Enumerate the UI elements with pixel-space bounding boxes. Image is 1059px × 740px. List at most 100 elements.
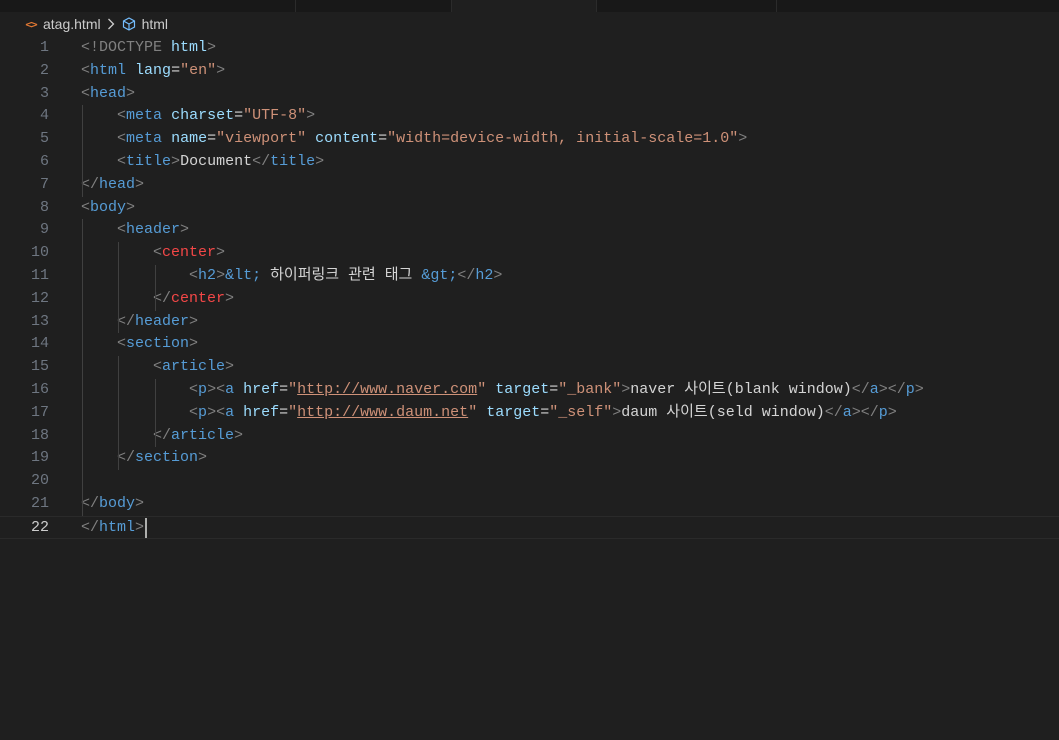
code-editor[interactable]: 1 <!DOCTYPE html> 2 <html lang="en"> 3 <head>… [0, 37, 1059, 740]
code-text[interactable]: </header> [81, 311, 198, 333]
code-line[interactable]: 5 <meta name="viewport" content="width=d… [0, 128, 1059, 151]
code-line[interactable]: 14 <section> [0, 333, 1059, 356]
editor-tab[interactable] [296, 0, 452, 12]
code-line[interactable]: 16 <p><a href="http://www.naver.com" tar… [0, 379, 1059, 402]
code-line[interactable]: 21 </body> [0, 493, 1059, 516]
code-line[interactable]: 19 </section> [0, 447, 1059, 470]
code-token: = [171, 61, 181, 79]
code-line[interactable]: 12 </center> [0, 288, 1059, 311]
code-token: href [243, 403, 280, 421]
code-token: html [171, 39, 208, 56]
code-token: meta [126, 107, 163, 125]
code-token: = [279, 403, 289, 421]
code-token: > [234, 426, 244, 444]
indent-guide [118, 356, 119, 471]
code-text[interactable]: </body> [81, 493, 144, 515]
breadcrumb-file[interactable]: atag.html [43, 16, 101, 32]
code-text[interactable]: </html> [81, 517, 144, 539]
text-cursor [145, 517, 148, 538]
indent-guide [155, 265, 156, 311]
code-token: "_bank" [558, 381, 622, 398]
chevron-right-icon [107, 17, 117, 31]
code-line[interactable]: 13 </header> [0, 311, 1059, 334]
code-text[interactable]: <center> [81, 242, 225, 264]
code-text[interactable]: <html lang="en"> [81, 60, 225, 82]
code-text[interactable]: <meta charset="UTF-8"> [81, 105, 315, 127]
code-token: < [153, 244, 163, 262]
editor-tab[interactable] [140, 0, 296, 12]
line-number: 20 [30, 472, 49, 490]
code-text[interactable]: <head> [81, 83, 135, 105]
code-line[interactable]: 18 </article> [0, 425, 1059, 448]
code-text[interactable]: <title>Document</title> [81, 151, 324, 173]
code-token: "viewport" [216, 130, 307, 148]
code-text[interactable]: <!DOCTYPE html> [81, 37, 216, 59]
code-line[interactable]: 7 </head> [0, 174, 1059, 197]
code-token: title [126, 153, 172, 170]
code-line[interactable]: 2 <html lang="en"> [0, 60, 1059, 83]
code-token: " [288, 381, 298, 398]
code-token: = [540, 403, 550, 421]
line-number: 6 [39, 153, 49, 170]
code-line[interactable]: 10 <center> [0, 242, 1059, 265]
code-line[interactable]: 11 <h2>&lt; 하이퍼링크 관련 태그 &gt;</h2> [0, 265, 1059, 288]
code-token: > [189, 335, 199, 353]
cube-symbol-icon [121, 16, 137, 32]
code-text[interactable]: <p><a href="http://www.daum.net" target=… [81, 402, 897, 424]
code-token: > [612, 403, 622, 421]
code-text[interactable]: <meta name="viewport" content="width=dev… [81, 128, 747, 150]
code-token: = [234, 107, 244, 125]
code-token: > [216, 244, 226, 262]
editor-tab[interactable] [597, 0, 777, 12]
code-text[interactable]: <h2>&lt; 하이퍼링크 관련 태그 &gt;</h2> [81, 265, 502, 287]
code-text[interactable]: <article> [81, 356, 234, 378]
code-text[interactable]: <body> [81, 197, 135, 219]
code-token: < [117, 221, 127, 239]
line-number: 10 [30, 244, 49, 262]
code-text[interactable]: <header> [81, 219, 189, 241]
code-line[interactable]: 6 <title>Document</title> [0, 151, 1059, 174]
code-token: target [495, 381, 550, 398]
code-line[interactable]: 15 <article> [0, 356, 1059, 379]
code-token: > [225, 358, 235, 376]
code-line[interactable]: 17 <p><a href="http://www.daum.net" targ… [0, 402, 1059, 425]
line-number: 5 [39, 130, 49, 148]
code-text[interactable]: <section> [81, 333, 198, 355]
breadcrumb-symbol[interactable]: html [142, 16, 168, 32]
code-token: a [225, 381, 235, 398]
editor-tab-active[interactable] [452, 0, 597, 12]
code-token: lang [135, 61, 172, 79]
line-number: 13 [30, 312, 49, 330]
code-line[interactable]: 9 <header> [0, 219, 1059, 242]
code-token: > [621, 381, 631, 398]
code-line[interactable]: 20 [0, 470, 1059, 493]
code-text[interactable]: </center> [81, 288, 234, 310]
code-token: center [171, 289, 226, 307]
code-token: " [477, 381, 487, 398]
code-token: head [90, 84, 127, 102]
code-text[interactable]: <p><a href="http://www.naver.com" target… [81, 379, 924, 401]
code-token: "UTF-8" [243, 107, 307, 125]
code-token: section [135, 449, 199, 467]
code-token: <!DOCTYPE [81, 39, 172, 56]
line-number: 17 [30, 403, 49, 421]
line-number: 22 [30, 518, 49, 536]
code-line[interactable]: 1 <!DOCTYPE html> [0, 37, 1059, 60]
code-line[interactable]: 22 </html> [0, 515, 1059, 539]
code-text[interactable]: </head> [81, 174, 144, 196]
line-number: 8 [39, 198, 49, 216]
code-text[interactable]: </article> [81, 425, 243, 447]
code-line[interactable]: 3 <head> [0, 83, 1059, 106]
code-text[interactable]: </section> [81, 447, 207, 469]
code-line[interactable]: 4 <meta charset="UTF-8"> [0, 105, 1059, 128]
code-token: < [189, 403, 199, 421]
code-line[interactable]: 8 <body> [0, 197, 1059, 220]
line-number: 16 [30, 381, 49, 398]
